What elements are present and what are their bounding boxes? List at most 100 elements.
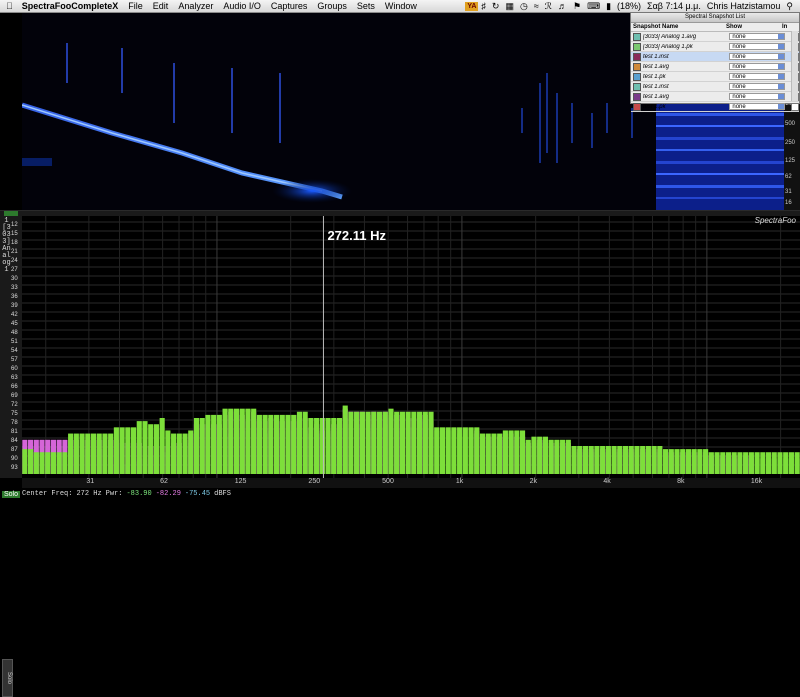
snapshot-row[interactable]: test 1.pk none	[631, 102, 799, 112]
live-bar	[182, 433, 188, 474]
show-select[interactable]: none	[729, 73, 786, 80]
show-select[interactable]: none	[729, 93, 786, 100]
scrollbar[interactable]	[791, 31, 798, 101]
live-bar	[222, 408, 228, 474]
menu-edit[interactable]: Edit	[148, 0, 174, 12]
menu-file[interactable]: File	[123, 0, 148, 12]
select-arrow-icon	[778, 94, 785, 99]
menu-captures[interactable]: Captures	[266, 0, 313, 12]
solo-button[interactable]: Solo	[2, 659, 13, 697]
spectro-tick: 62	[785, 174, 792, 180]
spectro-tick: 16	[785, 200, 792, 206]
in-checkbox[interactable]	[791, 102, 799, 111]
live-bar	[405, 411, 411, 474]
spaces-icon[interactable]: ▦	[502, 0, 517, 12]
menu-groups[interactable]: Groups	[312, 0, 352, 12]
col-name-header[interactable]: Snapshot Name	[633, 23, 726, 31]
clock[interactable]: Σαβ 7:14 μ.μ.	[644, 0, 704, 12]
snapshot-row[interactable]: test 1.avg none	[631, 92, 799, 102]
live-bar	[714, 452, 720, 474]
show-select[interactable]: none	[729, 83, 786, 90]
col-in-header[interactable]: In	[782, 23, 787, 31]
input-menu-icon[interactable]: ⌨	[584, 0, 603, 12]
show-select[interactable]: none	[729, 103, 786, 110]
y-tick-label: 75	[11, 411, 18, 417]
snapshot-color-swatch	[633, 42, 641, 51]
x-tick-label: 2k	[529, 478, 538, 485]
live-bar	[159, 418, 165, 474]
live-bar	[720, 452, 726, 474]
live-bar	[216, 414, 222, 474]
live-bar	[748, 452, 754, 474]
y-tick-label: 30	[11, 276, 18, 282]
snapshot-row[interactable]: test 1.avg none	[631, 62, 799, 72]
x-tick-label: 1k	[455, 478, 464, 485]
live-bar	[79, 433, 85, 474]
menu-sets[interactable]: Sets	[352, 0, 380, 12]
solo-indicator[interactable]: Solo	[2, 490, 21, 498]
snapshot-row[interactable]: [3033] Analog 1.pk none	[631, 42, 799, 52]
select-arrow-icon	[778, 84, 785, 89]
wifi-icon[interactable]: ≈	[531, 0, 542, 12]
show-select[interactable]: none	[729, 63, 786, 70]
x-tick-label: 8k	[677, 478, 685, 485]
timemachine-icon[interactable]: ◷	[517, 0, 531, 12]
y-tick-label: 90	[11, 456, 18, 462]
live-bar	[502, 430, 508, 474]
show-select[interactable]: none	[729, 33, 786, 40]
live-bar	[663, 449, 669, 474]
live-bar	[113, 427, 119, 474]
live-bar	[359, 411, 365, 474]
snapshot-name: test 1.pk	[642, 103, 666, 110]
spectro-tick: 31	[785, 189, 792, 195]
snapshot-row[interactable]: test 1.inst none	[631, 52, 799, 62]
snapshot-list-window[interactable]: Spectral Snapshot List Snapshot Name Sho…	[630, 12, 800, 112]
live-bar	[62, 452, 68, 474]
snapshot-color-swatch	[633, 82, 641, 91]
menu-audio-io[interactable]: Audio I/O	[218, 0, 266, 12]
live-bar	[577, 446, 583, 474]
live-bar	[674, 449, 680, 474]
menu-analyzer[interactable]: Analyzer	[173, 0, 218, 12]
live-bar	[291, 414, 297, 474]
live-bar	[634, 446, 640, 474]
pwr-value-1: -83.90	[126, 490, 152, 498]
live-bar	[153, 424, 159, 474]
col-show-header[interactable]: Show	[726, 23, 782, 31]
x-tick-label: 4k	[603, 478, 611, 485]
spotlight-icon[interactable]: ⚲	[783, 0, 796, 12]
flag-icon[interactable]: ⚑	[570, 0, 584, 12]
y-tick-label: 33	[11, 285, 18, 291]
live-bar	[651, 446, 657, 474]
y-tick-label: 72	[11, 402, 18, 408]
snapshot-color-swatch	[633, 102, 641, 111]
show-select[interactable]: none	[729, 53, 786, 60]
show-select[interactable]: none	[729, 43, 786, 50]
user-name[interactable]: Chris Hatzistamou	[704, 0, 784, 12]
trace-label: 1 [3033] Analog 1	[2, 217, 11, 274]
live-bar	[285, 414, 291, 474]
app-menu[interactable]: SpectraFooCompleteX	[17, 0, 124, 12]
live-bar	[399, 411, 405, 474]
window-title[interactable]: Spectral Snapshot List	[631, 13, 799, 23]
live-bar	[565, 439, 571, 474]
bluetooth-icon[interactable]: ℛ	[542, 0, 555, 12]
live-bar	[537, 436, 543, 474]
script-icon[interactable]: ♯	[478, 0, 489, 12]
snapshot-row[interactable]: [3033] Analog 1.avg none	[631, 32, 799, 42]
snapshot-row[interactable]: test 1.inst none	[631, 82, 799, 92]
live-bar	[622, 446, 629, 474]
sync-icon[interactable]: ↻	[489, 0, 503, 12]
yamaha-icon[interactable]: YA	[465, 1, 479, 11]
y-tick-label: 51	[11, 339, 18, 345]
battery-percent[interactable]: (18%)	[614, 0, 644, 12]
live-bar	[193, 418, 200, 474]
apple-menu-icon[interactable]: 	[0, 0, 17, 12]
menu-window[interactable]: Window	[380, 0, 422, 12]
snapshot-row[interactable]: test 1.pk none	[631, 72, 799, 82]
volume-icon[interactable]: ♬	[555, 0, 570, 12]
spectrum-analyzer[interactable]: SpectraFoo 272.11 Hz	[22, 216, 800, 478]
x-axis: 31 62 125 250 500 1k 2k 4k 8k 16k	[22, 478, 800, 488]
battery-icon[interactable]: ▮	[603, 0, 614, 12]
snapshot-name: test 1.inst	[642, 83, 669, 90]
